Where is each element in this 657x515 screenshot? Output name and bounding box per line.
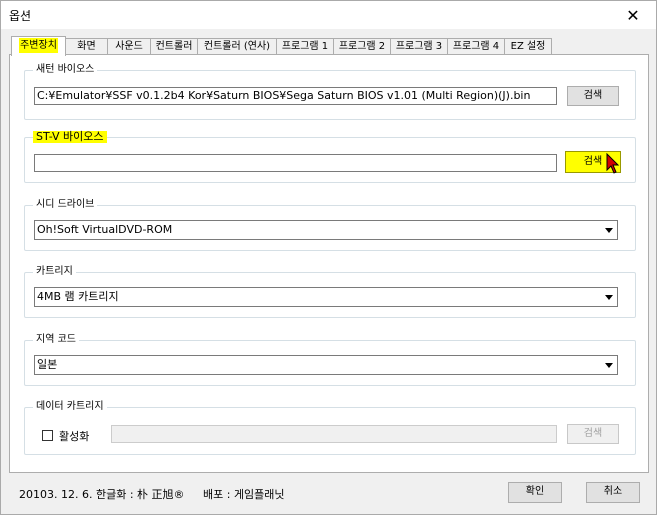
cd-drive-group: 시디 드라이브 Oh!Soft VirtualDVD-ROM xyxy=(24,199,636,251)
tab-label: 화면 xyxy=(77,41,96,52)
tab-program-1[interactable]: 프로그램 1 xyxy=(276,38,334,55)
saturn-bios-group: 새턴 바이오스 C:¥Emulator¥SSF v0.1.2b4 Kor¥Sat… xyxy=(24,64,636,120)
stv-bios-path-field[interactable] xyxy=(34,154,557,172)
tab-label: 주변장치 xyxy=(19,38,58,53)
saturn-bios-path-field[interactable]: C:¥Emulator¥SSF v0.1.2b4 Kor¥Saturn BIOS… xyxy=(34,87,557,105)
ok-button[interactable]: 확인 xyxy=(508,482,562,503)
tab-label: 프로그램 1 xyxy=(281,41,329,52)
tab-program-3[interactable]: 프로그램 3 xyxy=(390,38,448,55)
tab-program-2[interactable]: 프로그램 2 xyxy=(333,38,391,55)
chevron-down-icon xyxy=(601,288,617,306)
tab-ez-settings[interactable]: EZ 설정 xyxy=(504,38,552,55)
tab-screen[interactable]: 화면 xyxy=(65,38,108,55)
cartridge-value: 4MB 램 카트리지 xyxy=(37,290,119,303)
close-icon: ✕ xyxy=(626,5,640,25)
stv-bios-label: ST-V 바이오스 xyxy=(33,131,107,143)
tab-controller[interactable]: 컨트롤러 xyxy=(150,38,198,55)
stv-bios-group: ST-V 바이오스 검색 xyxy=(24,131,636,183)
cartridge-label: 카트리지 xyxy=(33,266,76,278)
tab-label: 프로그램 2 xyxy=(338,41,386,52)
cartridge-select[interactable]: 4MB 램 카트리지 xyxy=(34,287,618,307)
close-button[interactable]: ✕ xyxy=(610,1,656,29)
cancel-button[interactable]: 취소 xyxy=(586,482,640,503)
tab-label: EZ 설정 xyxy=(510,41,546,52)
data-cartridge-group: 데이터 카트리지 활성화 검색 xyxy=(24,401,636,455)
mouse-cursor-icon xyxy=(606,153,620,174)
tab-controller-turbo[interactable]: 컨트롤러 (연사) xyxy=(197,38,277,55)
credit-text: 20103. 12. 6. 한글화 : 朴 正旭® xyxy=(19,488,185,501)
data-cartridge-label: 데이터 카트리지 xyxy=(33,401,107,413)
saturn-bios-label: 새턴 바이오스 xyxy=(33,64,98,76)
chevron-down-icon xyxy=(601,221,617,239)
saturn-bios-browse-button[interactable]: 검색 xyxy=(567,86,619,106)
cartridge-group: 카트리지 4MB 램 카트리지 xyxy=(24,266,636,318)
title-bar: 옵션 ✕ xyxy=(1,1,656,29)
window-title: 옵션 xyxy=(9,9,32,23)
tab-peripherals[interactable]: 주변장치 xyxy=(11,36,66,56)
cd-drive-select[interactable]: Oh!Soft VirtualDVD-ROM xyxy=(34,220,618,240)
data-cartridge-enable-checkbox[interactable] xyxy=(42,430,53,441)
cd-drive-label: 시디 드라이브 xyxy=(33,199,98,211)
region-select[interactable]: 일본 xyxy=(34,355,618,375)
peripherals-panel: 새턴 바이오스 C:¥Emulator¥SSF v0.1.2b4 Kor¥Sat… xyxy=(9,54,649,473)
tab-label: 프로그램 4 xyxy=(452,41,500,52)
data-cartridge-enable-label: 활성화 xyxy=(59,430,90,443)
tab-program-4[interactable]: 프로그램 4 xyxy=(447,38,505,55)
options-window: 옵션 ✕ 주변장치 화면 사운드 컨트롤러 컨트롤러 (연사) 프로그램 1 프… xyxy=(0,0,657,515)
data-cartridge-path-field[interactable] xyxy=(111,425,557,443)
tab-sound[interactable]: 사운드 xyxy=(107,38,151,55)
chevron-down-icon xyxy=(601,356,617,374)
data-cartridge-browse-button[interactable]: 검색 xyxy=(567,424,619,444)
cd-drive-value: Oh!Soft VirtualDVD-ROM xyxy=(37,223,173,236)
tab-label: 프로그램 3 xyxy=(395,41,443,52)
region-value: 일본 xyxy=(37,358,58,371)
region-label: 지역 코드 xyxy=(33,334,79,346)
tab-label: 사운드 xyxy=(115,41,143,52)
region-group: 지역 코드 일본 xyxy=(24,334,636,386)
tab-label: 컨트롤러 (연사) xyxy=(203,41,271,52)
tab-label: 컨트롤러 xyxy=(155,41,193,52)
distribution-text: 배포 : 게임플래닛 xyxy=(203,488,285,501)
